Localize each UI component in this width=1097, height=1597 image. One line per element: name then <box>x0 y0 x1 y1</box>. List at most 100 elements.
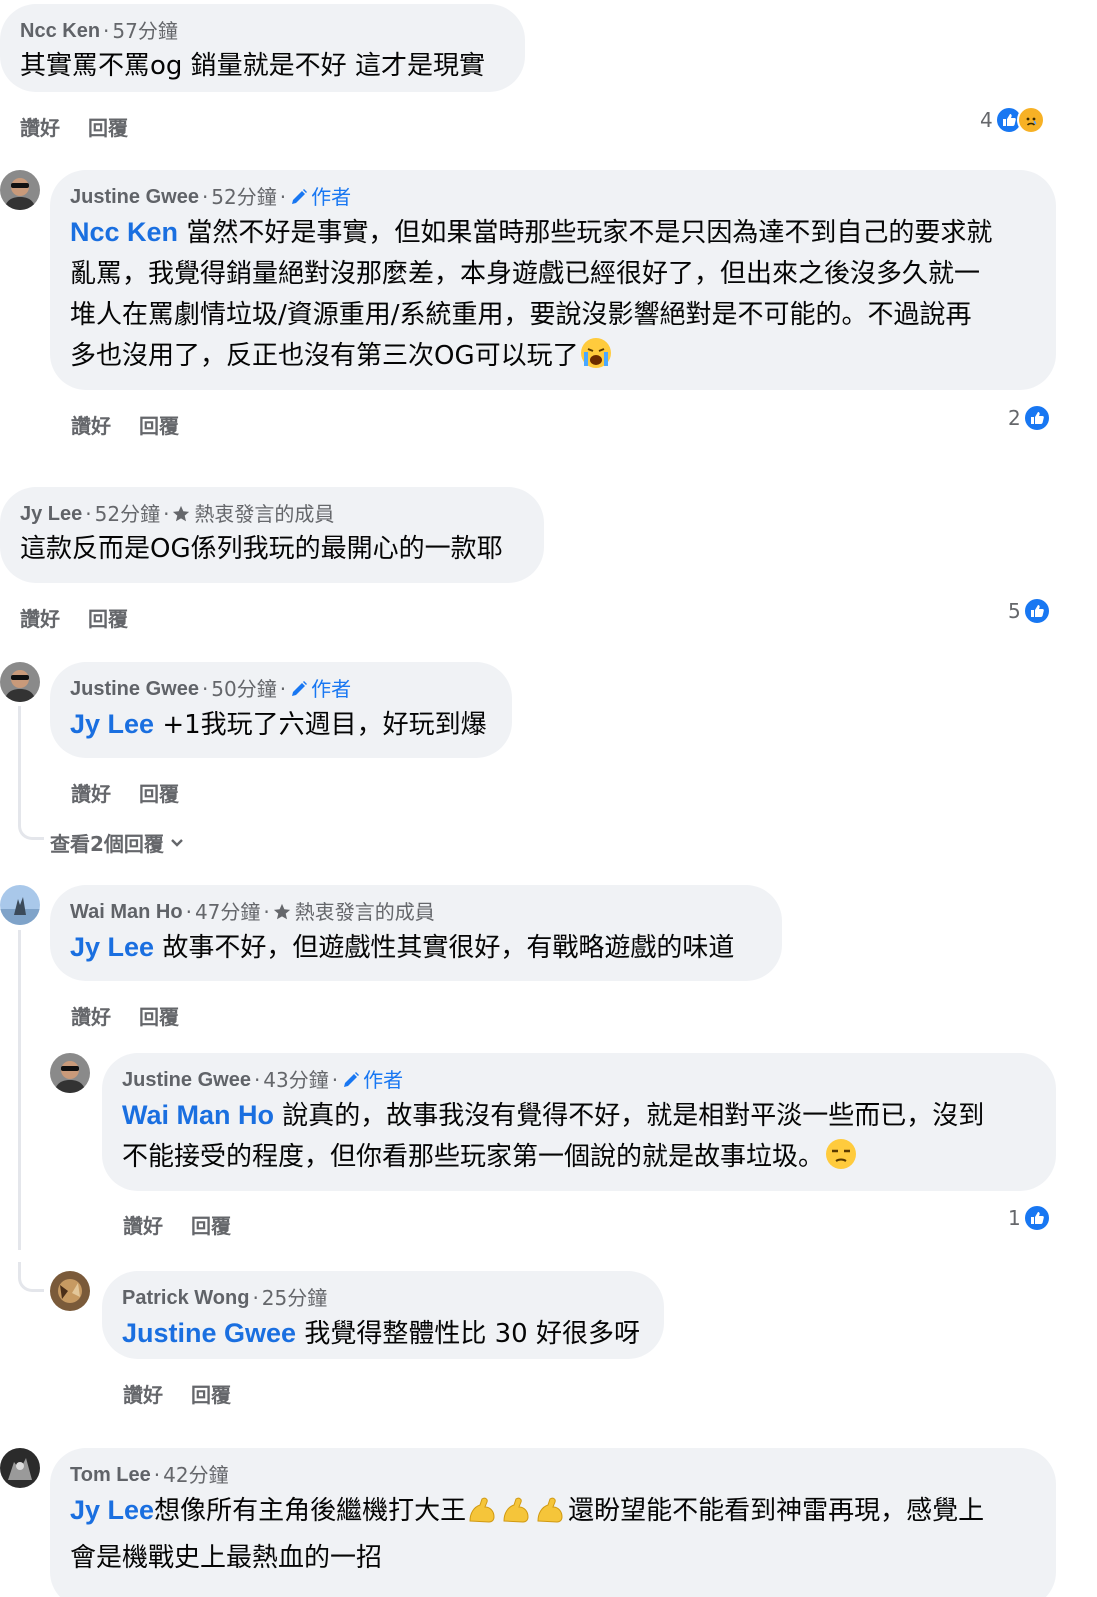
reply-button[interactable]: 回覆 <box>191 1379 231 1408</box>
comment-meta: Justine Gwee · 43分鐘 · 作者 <box>122 1067 404 1093</box>
comment-time[interactable]: 52分鐘 <box>211 184 276 210</box>
flexed-biceps-emoji <box>466 1493 568 1538</box>
commenter-name[interactable]: Justine Gwee <box>70 184 199 210</box>
unamused-face-emoji <box>824 1137 858 1184</box>
comment-meta: Patrick Wong · 25分鐘 <box>122 1285 328 1311</box>
reaction-summary[interactable]: 5 <box>1008 597 1051 625</box>
like-icon <box>1022 597 1051 625</box>
commenter-name[interactable]: Justine Gwee <box>122 1067 251 1093</box>
view-replies-button[interactable]: 查看2個回覆 <box>50 828 186 857</box>
comment-actions: 讚好 回覆 <box>71 778 179 807</box>
comment-text: Jy Lee +1我玩了六週目，好玩到爆 <box>70 709 487 740</box>
comment-time[interactable]: 47分鐘 <box>195 899 260 925</box>
comment-text: Jy Lee 故事不好，但遊戲性其實很好，有戰略遊戲的味道 <box>70 932 735 963</box>
comment-actions: 讚好 回覆 <box>20 603 128 632</box>
avatar[interactable] <box>0 170 40 210</box>
reaction-count: 1 <box>1008 1206 1021 1230</box>
thread-elbow <box>18 800 44 840</box>
comment-meta: Ncc Ken · 57分鐘 <box>20 18 178 44</box>
like-button[interactable]: 讚好 <box>71 1001 111 1030</box>
comment-actions: 讚好 回覆 <box>71 410 179 439</box>
commenter-name[interactable]: Ncc Ken <box>20 18 100 44</box>
comment-bubble: Wai Man Ho · 47分鐘 · 熱衷發言的成員 Jy Lee 故事不好，… <box>50 885 782 981</box>
commenter-name[interactable]: Jy Lee <box>20 501 82 527</box>
comment-meta: Wai Man Ho · 47分鐘 · 熱衷發言的成員 <box>70 899 435 925</box>
comment-meta: Tom Lee · 42分鐘 <box>70 1462 229 1488</box>
avatar[interactable] <box>0 1448 40 1488</box>
comment-time[interactable]: 57分鐘 <box>112 18 177 44</box>
comment-actions: 讚好 回覆 <box>123 1210 231 1239</box>
crying-face-emoji <box>579 336 613 383</box>
star-icon <box>173 505 190 522</box>
commenter-name[interactable]: Patrick Wong <box>122 1285 249 1311</box>
comment-bubble: Justine Gwee · 43分鐘 · 作者 Wai Man Ho 說真的，… <box>102 1053 1056 1191</box>
reaction-count: 4 <box>980 108 993 132</box>
author-badge: 作者 <box>341 1067 403 1093</box>
comment-bubble: Jy Lee · 52分鐘 · 熱衷發言的成員 這款反而是OG係列我玩的最開心的… <box>0 487 544 583</box>
like-button[interactable]: 讚好 <box>71 778 111 807</box>
author-label: 作者 <box>363 1068 404 1092</box>
comment-bubble: Justine Gwee · 52分鐘 · 作者 Ncc Ken 當然不好是事實… <box>50 170 1056 390</box>
pencil-icon <box>344 1072 360 1087</box>
like-button[interactable]: 讚好 <box>20 603 60 632</box>
comment-time[interactable]: 25分鐘 <box>262 1285 327 1311</box>
author-label: 作者 <box>311 185 352 209</box>
like-button[interactable]: 讚好 <box>71 410 111 439</box>
comment-time[interactable]: 50分鐘 <box>211 676 276 702</box>
mention-link[interactable]: Justine Gwee <box>122 1318 296 1348</box>
like-button[interactable]: 讚好 <box>123 1210 163 1239</box>
reply-button[interactable]: 回覆 <box>139 410 179 439</box>
avatar[interactable] <box>0 885 40 925</box>
avatar[interactable] <box>50 1271 90 1311</box>
comment-meta: Justine Gwee · 50分鐘 · 作者 <box>70 676 352 702</box>
reaction-count: 2 <box>1008 406 1021 430</box>
comment-bubble: Patrick Wong · 25分鐘 Justine Gwee 我覺得整體性比… <box>102 1271 664 1359</box>
comment-meta: Jy Lee · 52分鐘 · 熱衷發言的成員 <box>20 501 335 527</box>
reaction-summary[interactable]: 4 <box>980 106 1045 134</box>
commenter-name[interactable]: Justine Gwee <box>70 676 199 702</box>
like-button[interactable]: 讚好 <box>20 112 60 141</box>
comment-text: Jy Lee想像所有主角後繼機打大王 還盼望能不能看到神雷再現，感覺上 會是機戰史… <box>70 1493 985 1573</box>
mention-link[interactable]: Jy Lee <box>70 932 154 962</box>
like-button[interactable]: 讚好 <box>123 1379 163 1408</box>
comment-actions: 讚好 回覆 <box>123 1379 231 1408</box>
comment-meta: Justine Gwee · 52分鐘 · 作者 <box>70 184 352 210</box>
comment-time[interactable]: 52分鐘 <box>95 501 160 527</box>
reply-button[interactable]: 回覆 <box>88 603 128 632</box>
mention-link[interactable]: Ncc Ken <box>70 217 178 247</box>
mention-link[interactable]: Jy Lee <box>70 709 154 739</box>
reaction-count: 5 <box>1008 599 1021 623</box>
commenter-name[interactable]: Tom Lee <box>70 1462 151 1488</box>
comment-time[interactable]: 42分鐘 <box>163 1462 228 1488</box>
thread-line <box>18 930 21 1250</box>
top-fan-label: 熱衷發言的成員 <box>194 502 335 526</box>
avatar[interactable] <box>50 1053 90 1093</box>
reply-button[interactable]: 回覆 <box>139 778 179 807</box>
mention-link[interactable]: Jy Lee <box>70 1495 154 1525</box>
star-icon <box>273 903 290 920</box>
thread-elbow <box>18 1262 44 1292</box>
reply-button[interactable]: 回覆 <box>88 112 128 141</box>
avatar[interactable] <box>0 662 40 702</box>
mention-link[interactable]: Wai Man Ho <box>122 1100 274 1130</box>
comment-text: 其實罵不罵og 銷量就是不好 這才是現實 <box>20 51 485 81</box>
comment-time[interactable]: 43分鐘 <box>263 1067 328 1093</box>
reaction-summary[interactable]: 1 <box>1008 1204 1051 1232</box>
author-label: 作者 <box>311 677 352 701</box>
comment-text: 這款反而是OG係列我玩的最開心的一款耶 <box>20 534 503 564</box>
sad-icon <box>1016 106 1045 134</box>
comment-bubble: Tom Lee · 42分鐘 Jy Lee想像所有主角後繼機打大王 還盼望能不能看… <box>50 1448 1056 1597</box>
comment-actions: 讚好 回覆 <box>20 112 128 141</box>
pencil-icon <box>292 189 308 204</box>
reply-button[interactable]: 回覆 <box>139 1001 179 1030</box>
comment-bubble: Justine Gwee · 50分鐘 · 作者 Jy Lee +1我玩了六週目… <box>50 662 512 758</box>
comment-text: Justine Gwee 我覺得整體性比 30 好很多呀 <box>122 1318 640 1349</box>
top-fan-badge: 熱衷發言的成員 <box>273 899 435 925</box>
commenter-name[interactable]: Wai Man Ho <box>70 899 183 925</box>
like-icon <box>1022 1204 1051 1232</box>
comment-actions: 讚好 回覆 <box>71 1001 179 1030</box>
reaction-summary[interactable]: 2 <box>1008 404 1051 432</box>
like-icon <box>1022 404 1051 432</box>
chevron-down-icon <box>171 838 183 847</box>
reply-button[interactable]: 回覆 <box>191 1210 231 1239</box>
